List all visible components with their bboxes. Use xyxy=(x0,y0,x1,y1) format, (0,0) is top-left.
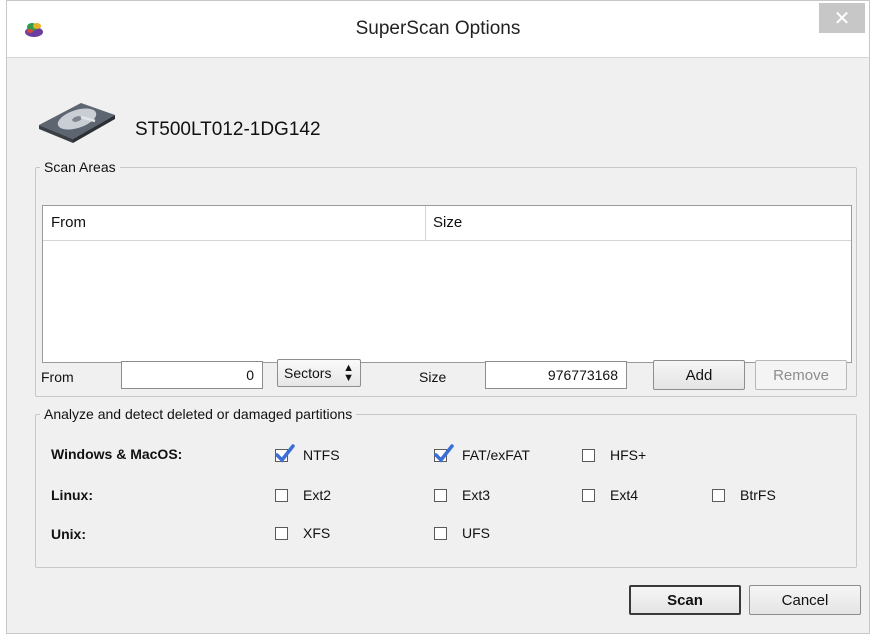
drive-name: ST500LT012-1DG142 xyxy=(135,119,321,140)
column-header-from[interactable]: From xyxy=(51,214,86,231)
column-divider[interactable] xyxy=(425,206,426,240)
label-hfs-plus: HFS+ xyxy=(610,447,647,463)
checkbox-hfs-plus[interactable] xyxy=(582,449,595,462)
check-mark-icon xyxy=(434,444,454,463)
checkbox-btrfs[interactable] xyxy=(712,489,725,502)
scan-areas-table[interactable]: From Size xyxy=(42,205,852,363)
label-ext2: Ext2 xyxy=(303,487,332,503)
checkbox-xfs[interactable] xyxy=(275,527,288,540)
label-btrfs: BtrFS xyxy=(740,487,776,503)
unit-select[interactable]: Sectors ▲ ▼ xyxy=(277,359,361,387)
partitions-group: Analyze and detect deleted or damaged pa… xyxy=(35,406,857,568)
label-ufs: UFS xyxy=(462,525,490,541)
remove-button[interactable]: Remove xyxy=(755,360,847,390)
table-header: From Size xyxy=(43,206,851,241)
unit-select-value: Sectors xyxy=(284,365,332,381)
label-ntfs: NTFS xyxy=(303,447,340,463)
title-bar: SuperScan Options ✕ xyxy=(7,1,869,58)
scan-areas-legend: Scan Areas xyxy=(44,159,116,175)
label-xfs: XFS xyxy=(303,525,331,541)
checkbox-ext3[interactable] xyxy=(434,489,447,502)
scan-button[interactable]: Scan xyxy=(629,585,741,615)
size-input[interactable]: 976773168 xyxy=(485,361,627,389)
label-ext4: Ext4 xyxy=(610,487,639,503)
os-label-linux: Linux: xyxy=(51,487,93,503)
from-input[interactable]: 0 xyxy=(121,361,263,389)
checkbox-fat-exfat[interactable] xyxy=(434,444,454,463)
checkbox-ext2[interactable] xyxy=(275,489,288,502)
checkbox-ufs[interactable] xyxy=(434,527,447,540)
hard-drive-icon xyxy=(39,103,115,143)
partitions-legend: Analyze and detect deleted or damaged pa… xyxy=(44,406,353,422)
add-button[interactable]: Add xyxy=(653,360,745,390)
spinner-arrows-icon: ▲ ▼ xyxy=(343,362,354,384)
label-ext3: Ext3 xyxy=(462,487,491,503)
checkbox-ntfs[interactable] xyxy=(275,444,295,463)
superscan-options-dialog: SuperScan Options ✕ ST500LT012-1DG142 Sc… xyxy=(6,0,870,634)
os-label-unix: Unix: xyxy=(51,526,86,542)
size-label: Size xyxy=(419,369,447,385)
checkbox-ext4[interactable] xyxy=(582,489,595,502)
close-icon: ✕ xyxy=(833,7,851,30)
column-header-size[interactable]: Size xyxy=(433,214,462,231)
close-button[interactable]: ✕ xyxy=(819,3,865,33)
window-title: SuperScan Options xyxy=(355,18,521,39)
from-label: From xyxy=(41,369,74,385)
label-fat-exfat: FAT/exFAT xyxy=(462,447,530,463)
cancel-button[interactable]: Cancel xyxy=(749,585,861,615)
check-mark-icon xyxy=(275,444,295,463)
os-label-windows-macos: Windows & MacOS: xyxy=(51,446,183,462)
